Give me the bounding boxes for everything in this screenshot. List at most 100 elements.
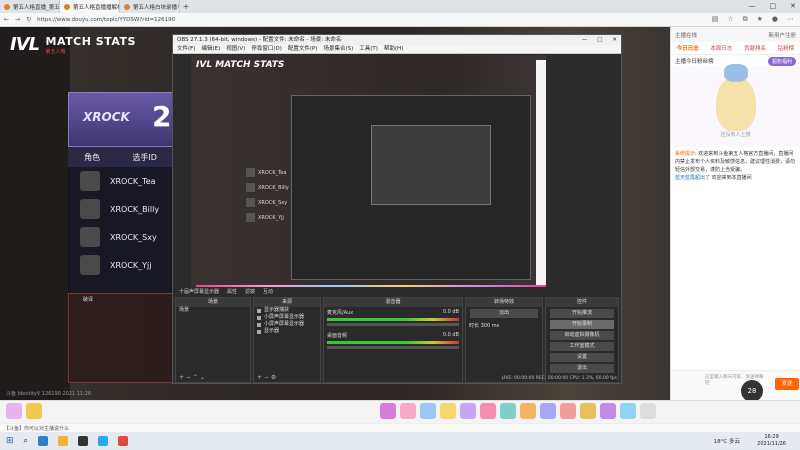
source-item[interactable]: 小屏声屏幕显示器 bbox=[254, 314, 320, 321]
send-button[interactable]: 发送 bbox=[775, 378, 799, 390]
obs-menu-view[interactable]: 视图(V) bbox=[226, 45, 245, 53]
obs-menu-edit[interactable]: 编辑(E) bbox=[201, 45, 220, 53]
virtual-camera-button[interactable]: 启动虚拟摄像机 bbox=[550, 331, 614, 340]
notice-strip: 【斗鱼】你可以对主播说什么 bbox=[0, 423, 800, 432]
file-explorer-icon[interactable] bbox=[58, 436, 69, 446]
favorite-star-icon[interactable]: ☆ bbox=[727, 15, 733, 24]
tab-contribution[interactable]: 贡献排名 bbox=[744, 44, 766, 52]
audio-mixer-dock: 混音器 麦克风/Aux 0.0 dB 桌面音频 0.0 dB bbox=[323, 297, 463, 383]
notice-text: 【斗鱼】你可以对主播说什么 bbox=[4, 426, 70, 432]
profile-icon[interactable]: ● bbox=[772, 15, 778, 24]
preview-roster: XROCK_Tea XROCK_Billy XROCK_Sxy XROCK_Yj… bbox=[246, 165, 296, 235]
match-stats-title: MATCH STATS bbox=[45, 34, 136, 48]
gift-icon[interactable] bbox=[540, 403, 556, 419]
gift-icon[interactable] bbox=[580, 403, 596, 419]
gift-icon[interactable] bbox=[460, 403, 476, 419]
favorites-bar-icon[interactable]: ★ bbox=[757, 15, 763, 24]
remove-scene-icon[interactable]: − bbox=[186, 374, 191, 381]
gift-icon[interactable] bbox=[640, 403, 656, 419]
remove-source-icon[interactable]: − bbox=[264, 374, 269, 381]
match-stats-logo: IVL MATCH STATS 第五人格 bbox=[10, 34, 136, 55]
tab-week[interactable]: 本周日志 bbox=[710, 44, 732, 52]
obs-title: OBS 27.1.3 (64-bit, windows) - 配置文件: 未命名… bbox=[177, 37, 342, 43]
register-link[interactable]: 新用户注册 bbox=[768, 31, 796, 39]
start-menu-icon[interactable]: ⊞ bbox=[6, 436, 14, 446]
gift-icon[interactable] bbox=[420, 403, 436, 419]
gift-icon[interactable] bbox=[440, 403, 456, 419]
add-scene-icon[interactable]: + bbox=[179, 374, 184, 381]
more-menu-icon[interactable]: ⋯ bbox=[787, 15, 794, 24]
edge-icon[interactable] bbox=[38, 436, 49, 446]
online-label[interactable]: 主播在线 bbox=[675, 31, 697, 39]
new-tab-button[interactable]: + bbox=[180, 2, 192, 11]
reader-mode-icon[interactable]: ▤ bbox=[712, 15, 719, 24]
browser-tab-3[interactable]: 第五人格白块录播✕ bbox=[120, 0, 180, 13]
gift-icon[interactable] bbox=[600, 403, 616, 419]
tab-label: 第五人格直播播解析... bbox=[73, 4, 119, 11]
system-clock[interactable]: 16:29 2021/11/26 bbox=[757, 434, 786, 448]
obs-menu-profile[interactable]: 配置文件(P) bbox=[288, 45, 318, 53]
back-icon[interactable]: ← bbox=[4, 16, 9, 23]
extensions-icon[interactable]: ⧉ bbox=[743, 15, 748, 24]
gift-icon[interactable] bbox=[380, 403, 396, 419]
player-row: XROCK_Tea bbox=[68, 167, 173, 195]
source-item[interactable]: 显示器 bbox=[254, 328, 320, 335]
filters-button[interactable]: 滤镜 bbox=[245, 287, 255, 297]
source-item[interactable]: 显示器捕获 bbox=[254, 307, 320, 314]
tab-diamond-fans[interactable]: 钻粉榜 bbox=[778, 44, 795, 52]
obs-close-button[interactable]: ✕ bbox=[612, 35, 617, 45]
source-settings-icon[interactable]: ⚙ bbox=[271, 374, 276, 381]
obs-menu-docks[interactable]: 停靠窗口(D) bbox=[251, 45, 282, 53]
player-row: XROCK_Yjj bbox=[68, 251, 173, 279]
close-window-button[interactable]: ✕ bbox=[790, 0, 796, 13]
search-icon[interactable]: ⌕ bbox=[24, 436, 28, 446]
studio-mode-button[interactable]: 工作室模式 bbox=[550, 342, 614, 351]
scene-item[interactable]: 场景 bbox=[176, 307, 250, 314]
source-item[interactable]: 小屏声屏幕显示器 bbox=[254, 321, 320, 328]
obs-menu-scene-collection[interactable]: 场景集合(S) bbox=[323, 45, 353, 53]
gift-icon[interactable] bbox=[6, 403, 22, 419]
settings-button[interactable]: 设置 bbox=[550, 353, 614, 362]
url-field[interactable]: https://www.douyu.com/topic/YYDSW?rid=12… bbox=[37, 17, 175, 23]
obs-maximize-button[interactable]: □ bbox=[597, 35, 602, 45]
tab-today[interactable]: 今日日志 bbox=[677, 44, 699, 52]
minimize-button[interactable]: — bbox=[749, 0, 756, 13]
obs-menu-help[interactable]: 帮助(H) bbox=[384, 45, 403, 53]
properties-button[interactable]: 属性 bbox=[227, 287, 237, 297]
gift-icon[interactable] bbox=[520, 403, 536, 419]
gift-icon[interactable] bbox=[480, 403, 496, 419]
gift-icon[interactable] bbox=[400, 403, 416, 419]
obs-minimize-button[interactable]: — bbox=[582, 35, 588, 45]
volume-slider[interactable] bbox=[327, 323, 459, 326]
gift-icon[interactable] bbox=[500, 403, 516, 419]
start-recording-button[interactable]: 开始录制 bbox=[550, 320, 614, 329]
start-streaming-button[interactable]: 开始推流 bbox=[550, 309, 614, 318]
character-avatar bbox=[80, 199, 100, 219]
duration-field[interactable]: 300 ms bbox=[481, 323, 500, 329]
maximize-button[interactable]: □ bbox=[770, 0, 777, 13]
app-icon[interactable] bbox=[98, 436, 109, 446]
gift-icon[interactable] bbox=[560, 403, 576, 419]
interact-button[interactable]: 互动 bbox=[263, 287, 273, 297]
obs-menu-file[interactable]: 文件(F) bbox=[177, 45, 195, 53]
gift-icon[interactable] bbox=[620, 403, 636, 419]
move-down-icon[interactable]: ⌄ bbox=[200, 374, 205, 381]
browser-tab-1[interactable]: 第五人格直播_第五人格视频...✕ bbox=[0, 0, 60, 13]
user-nick[interactable]: 蓝天蓝霞超出了 bbox=[675, 175, 710, 181]
obs-source-toolbar: 十届声屏幕显示器 属性 滤镜 互动 bbox=[173, 287, 621, 297]
transition-select[interactable]: 淡出 bbox=[470, 309, 538, 318]
app-icon[interactable] bbox=[118, 436, 129, 446]
add-source-icon[interactable]: + bbox=[257, 374, 262, 381]
browser-tab-2[interactable]: 第五人格直播播解析...✕ bbox=[60, 0, 120, 13]
super-fan-button[interactable]: 超粉福利 bbox=[767, 56, 796, 66]
volume-slider[interactable] bbox=[327, 346, 459, 349]
obs-icon[interactable] bbox=[78, 436, 89, 446]
forward-icon[interactable]: → bbox=[15, 16, 20, 23]
exit-button[interactable]: 退出 bbox=[550, 364, 614, 373]
obs-preview-canvas[interactable]: IVL MATCH STATS XROCK_Tea XROCK_Billy XR… bbox=[191, 55, 546, 295]
gift-icon[interactable] bbox=[26, 403, 42, 419]
weather-tray[interactable]: 18°C 多云 bbox=[714, 437, 740, 445]
obs-menu-tools[interactable]: 工具(T) bbox=[359, 45, 378, 53]
refresh-icon[interactable]: ↻ bbox=[26, 16, 31, 23]
move-up-icon[interactable]: ⌃ bbox=[193, 374, 198, 381]
